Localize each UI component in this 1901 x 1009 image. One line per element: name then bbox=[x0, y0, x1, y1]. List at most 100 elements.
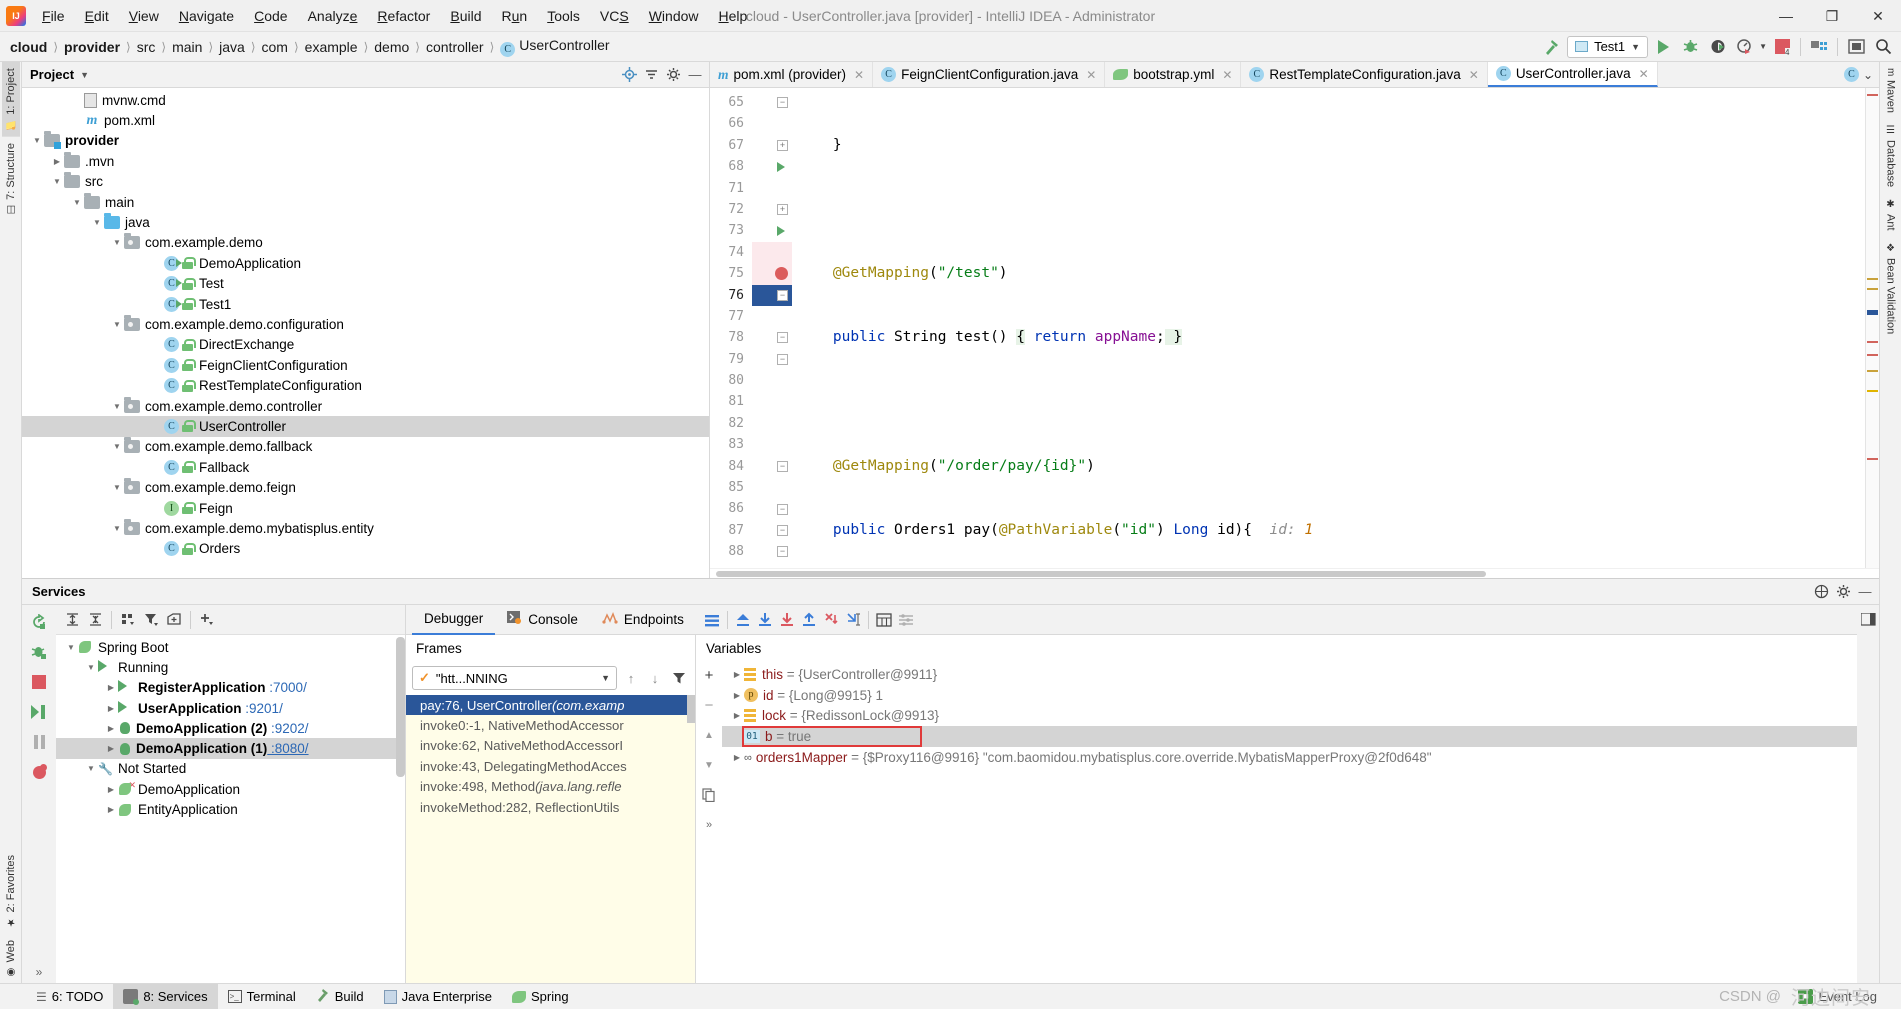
run-configuration-selector[interactable]: Test1 ▼ bbox=[1567, 36, 1648, 58]
chevron-down-icon[interactable]: ▼ bbox=[110, 238, 124, 247]
sidebar-item-bean-validation[interactable]: ❖ Bean Validation bbox=[1882, 237, 1900, 340]
chevron-down-icon[interactable]: ▼ bbox=[110, 402, 124, 411]
variable-row[interactable]: ▶this = {UserController@9911} bbox=[722, 664, 1857, 685]
copy-icon[interactable] bbox=[699, 785, 719, 805]
run-gutter-icon[interactable] bbox=[774, 160, 788, 174]
show-execution-point-icon[interactable] bbox=[733, 610, 753, 630]
project-structure-icon[interactable] bbox=[1807, 35, 1831, 59]
help-icon[interactable] bbox=[1811, 582, 1831, 602]
expand-all-icon[interactable] bbox=[62, 610, 82, 630]
breadcrumb-controller[interactable]: controller bbox=[424, 39, 486, 55]
chevron-down-icon[interactable]: ▼ bbox=[84, 663, 98, 672]
error-stripe[interactable] bbox=[1865, 88, 1879, 568]
close-icon[interactable]: ✕ bbox=[1086, 68, 1096, 82]
chevron-down-icon[interactable]: ▼ bbox=[70, 198, 84, 207]
chevron-down-icon[interactable]: ▼ bbox=[1759, 42, 1767, 51]
frame-row[interactable]: invoke:62, NativeMethodAccessorI bbox=[406, 736, 695, 756]
variable-row[interactable]: ▶pid = {Long@9915} 1 bbox=[722, 685, 1857, 706]
breadcrumb-example[interactable]: example bbox=[303, 39, 360, 55]
code-view[interactable]: } @GetMapping("/test") public String tes… bbox=[792, 88, 1865, 568]
close-icon[interactable]: ✕ bbox=[1222, 68, 1232, 82]
scrollbar-thumb[interactable] bbox=[396, 637, 405, 777]
chevron-down-icon[interactable]: ▶ bbox=[104, 785, 118, 794]
close-icon[interactable]: ✕ bbox=[854, 68, 864, 82]
frame-row[interactable]: invoke:498, Method (java.lang.refle bbox=[406, 777, 695, 797]
gutter-marker-row[interactable] bbox=[752, 178, 792, 199]
chevron-down-icon[interactable]: ▼ bbox=[84, 764, 98, 773]
move-down-icon[interactable]: ▼ bbox=[699, 755, 719, 775]
project-tree-row[interactable]: ▶CDemoApplication bbox=[22, 253, 709, 273]
gutter-marker-row[interactable]: − bbox=[752, 327, 792, 348]
more-icon[interactable]: » bbox=[699, 815, 719, 835]
services-item-port[interactable]: :9201/ bbox=[242, 701, 283, 716]
project-tree-row[interactable]: ▼com.example.demo bbox=[22, 233, 709, 253]
project-tree-row[interactable]: ▼src bbox=[22, 172, 709, 192]
status-tab-todo[interactable]: ☰ 6: TODO bbox=[26, 984, 113, 1009]
tab-debugger[interactable]: Debugger bbox=[412, 605, 495, 635]
project-tree-row[interactable]: ▼com.example.demo.configuration bbox=[22, 314, 709, 334]
gear-icon[interactable] bbox=[663, 65, 683, 85]
add-icon[interactable] bbox=[197, 610, 217, 630]
project-tree-row[interactable]: ▶CTest1 bbox=[22, 294, 709, 314]
menu-edit[interactable]: Edit bbox=[75, 4, 119, 28]
chevron-right-icon[interactable]: ▶ bbox=[150, 381, 164, 390]
fold-icon[interactable]: − bbox=[777, 97, 788, 108]
status-tab-spring[interactable]: Spring bbox=[502, 984, 579, 1009]
project-tree-row[interactable]: ▶CDirectExchange bbox=[22, 335, 709, 355]
project-tree-row[interactable]: ▼com.example.demo.feign bbox=[22, 477, 709, 497]
chevron-right-icon[interactable]: ▶ bbox=[150, 361, 164, 370]
project-tree-row[interactable]: ▶CUserController bbox=[22, 416, 709, 436]
hammer-icon[interactable] bbox=[1540, 35, 1564, 59]
services-tree-row[interactable]: ▶RegisterApplication :7000/ bbox=[56, 678, 405, 698]
run-to-cursor-icon[interactable] bbox=[843, 610, 863, 630]
run-icon[interactable] bbox=[1651, 35, 1675, 59]
menu-run[interactable]: Run bbox=[492, 4, 538, 28]
chevron-down-icon[interactable]: ▶ bbox=[104, 683, 118, 692]
fold-icon[interactable]: − bbox=[777, 354, 788, 365]
chevron-down-icon[interactable]: ▼ bbox=[30, 136, 44, 145]
pause-icon[interactable] bbox=[27, 731, 51, 753]
filter-icon[interactable] bbox=[141, 610, 161, 630]
project-tree-row[interactable]: ▶mvnw.cmd bbox=[22, 90, 709, 110]
fold-icon[interactable]: + bbox=[777, 140, 788, 151]
fold-icon[interactable]: − bbox=[777, 332, 788, 343]
profiler-icon[interactable] bbox=[1732, 35, 1756, 59]
menu-file[interactable]: File bbox=[32, 4, 75, 28]
gutter-marker-row[interactable]: − bbox=[752, 520, 792, 541]
chevron-down-icon[interactable]: ▼ bbox=[110, 483, 124, 492]
project-tree-row[interactable]: ▶CFallback bbox=[22, 457, 709, 477]
close-button[interactable]: ✕ bbox=[1855, 0, 1901, 32]
chevron-right-icon[interactable]: ▶ bbox=[730, 753, 744, 762]
status-tab-terminal[interactable]: >_ Terminal bbox=[218, 984, 306, 1009]
sidebar-item-structure[interactable]: ◫ 7: Structure bbox=[2, 137, 20, 221]
fold-icon[interactable]: + bbox=[777, 204, 788, 215]
hide-icon[interactable]: — bbox=[685, 65, 705, 85]
sidebar-item-ant[interactable]: ✱ Ant bbox=[1882, 193, 1900, 237]
gutter-marker-row[interactable]: − bbox=[752, 456, 792, 477]
services-item-port[interactable]: :7000/ bbox=[266, 680, 307, 695]
rerun-icon[interactable] bbox=[27, 611, 51, 633]
remove-watch-icon[interactable]: − bbox=[699, 695, 719, 715]
project-tree-row[interactable]: ▼com.example.demo.mybatisplus.entity bbox=[22, 518, 709, 538]
resume-icon[interactable] bbox=[27, 701, 51, 723]
gear-icon[interactable] bbox=[1833, 582, 1853, 602]
stop-icon[interactable] bbox=[27, 671, 51, 693]
variables-list[interactable]: ▶this = {UserController@9911}▶pid = {Lon… bbox=[722, 661, 1857, 983]
step-into-icon[interactable] bbox=[777, 610, 797, 630]
gutter-marker-row[interactable] bbox=[752, 477, 792, 498]
services-tree-row[interactable]: ▶DemoApplication (2) :9202/ bbox=[56, 718, 405, 738]
chevron-down-icon[interactable]: ▼ bbox=[110, 442, 124, 451]
sidebar-item-maven[interactable]: m Maven bbox=[1882, 62, 1900, 119]
gutter-marker-row[interactable]: − bbox=[752, 92, 792, 113]
chevron-right-icon[interactable]: ▶ bbox=[150, 463, 164, 472]
chevron-right-icon[interactable]: ▶ bbox=[150, 340, 164, 349]
frame-row[interactable]: invoke0:-1, NativeMethodAccessor bbox=[406, 715, 695, 735]
chevron-right-icon[interactable]: ▶ bbox=[150, 300, 164, 309]
project-tree[interactable]: ▶mvnw.cmd▶mpom.xml▼provider▶.mvn▼src▼mai… bbox=[22, 88, 709, 578]
menu-window[interactable]: Window bbox=[639, 4, 709, 28]
maximize-button[interactable]: ❐ bbox=[1809, 0, 1855, 32]
force-step-into-icon[interactable] bbox=[821, 610, 841, 630]
editor-tab-overflow[interactable]: C⌄ bbox=[1838, 62, 1879, 87]
chevron-down-icon[interactable]: ▼ bbox=[110, 524, 124, 533]
chevron-down-icon[interactable]: ▶ bbox=[104, 805, 118, 814]
